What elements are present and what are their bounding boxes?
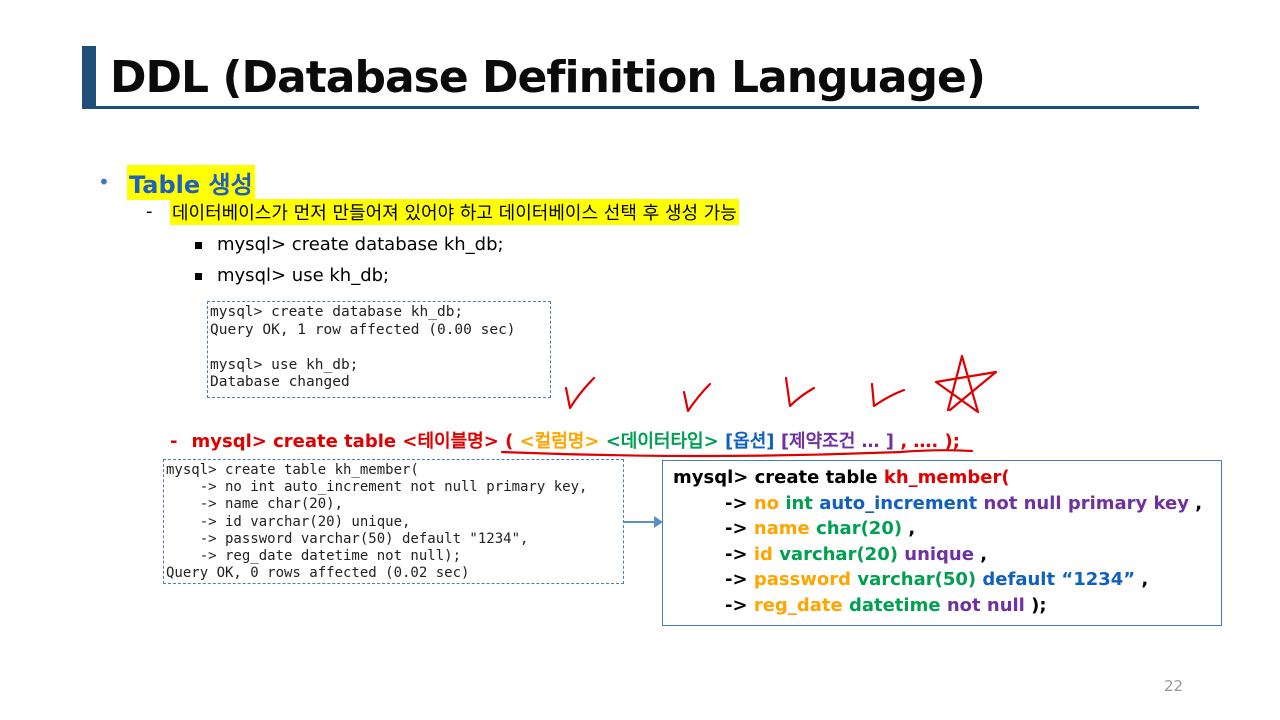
code-column: id: [753, 543, 773, 565]
console-line: mysql> create database kh_db;: [210, 304, 464, 320]
code-arrow: ->: [725, 492, 748, 514]
console-line: Database changed: [210, 374, 350, 390]
code-line: -> password varchar(50) default “1234” ,: [673, 569, 1221, 595]
syntax-option: [옵션]: [724, 431, 775, 452]
code-column: reg_date: [753, 594, 843, 616]
code-type: varchar(20): [779, 543, 898, 565]
console-line: -> reg_date datetime not null);: [166, 548, 462, 565]
page-number: 22: [1164, 677, 1184, 695]
code-option: auto_increment: [819, 492, 978, 514]
code-line: -> id varchar(20) unique ,: [673, 544, 1221, 570]
console-line: -> no int auto_increment not null primar…: [166, 479, 588, 496]
star-icon: [934, 354, 998, 414]
code-option: default: [982, 569, 1056, 590]
syntax-constraint: [제약조건 … ]: [780, 431, 895, 452]
code-column: password: [753, 569, 852, 590]
title-accent-bar: [82, 46, 96, 109]
syntax-prefix: mysql> create table: [191, 431, 397, 452]
check-mark-icon: [784, 376, 816, 408]
right-arrow-icon: [624, 516, 663, 528]
check-mark-icon: [682, 382, 712, 413]
check-mark-icon: [870, 382, 906, 408]
code-arrow: ->: [725, 569, 748, 590]
code-constraint: not null: [946, 594, 1025, 616]
code-line: -> no int auto_increment not null primar…: [673, 493, 1221, 519]
console-line: mysql> use kh_db;: [210, 356, 359, 373]
console-line: -> password varchar(50) default "1234",: [166, 530, 529, 547]
code-end: ,: [1141, 569, 1149, 590]
slide-title: DDL (Database Definition Language): [110, 52, 986, 103]
code-end: ,: [980, 543, 988, 565]
square-bullet-icon: [195, 273, 202, 280]
code-type: varchar(50): [857, 569, 977, 590]
code-default-value: “1234”: [1061, 569, 1136, 590]
console-line: Query OK, 0 rows affected (0.02 sec): [166, 565, 470, 582]
title-underline: [82, 106, 1199, 109]
syntax-rest: , …. );: [900, 431, 960, 452]
square-bullet-icon: [195, 242, 202, 249]
console-output-create-table: mysql> create table kh_member( -> no int…: [163, 459, 624, 584]
prerequisite-note: 데이터베이스가 먼저 만들어져 있어야 하고 데이터베이스 선택 후 생성 가능: [170, 199, 739, 225]
code-type: int: [785, 492, 813, 514]
console-line: Query OK, 1 row affected (0.00 sec): [210, 321, 516, 338]
code-arrow: ->: [725, 594, 748, 616]
code-arrow: ->: [725, 518, 748, 539]
bullet-dot-icon: •: [98, 170, 110, 194]
syntax-open-paren: (: [505, 431, 514, 452]
code-table-name: kh_member(: [883, 467, 1010, 488]
syntax-table-name: <테이블명>: [402, 431, 499, 452]
console-line: mysql> create table kh_member(: [166, 462, 419, 478]
code-line: -> name char(20) ,: [673, 518, 1221, 544]
code-column: no: [753, 492, 780, 514]
code-constraint: not null primary key: [983, 492, 1189, 514]
code-type: datetime: [848, 594, 941, 616]
code-type: char(20): [816, 518, 903, 539]
syntax-dash: -: [170, 431, 178, 452]
dash-marker: -: [146, 201, 153, 222]
annotated-code-box: mysql> create table kh_member( -> no int…: [662, 460, 1222, 626]
code-end: ,: [1195, 492, 1203, 514]
section-heading: Table 생성: [127, 165, 255, 200]
create-table-syntax: - mysql> create table <테이블명> ( <컬럼명> <데이터…: [170, 427, 960, 453]
console-output-create-db: mysql> create database kh_db; Query OK, 1…: [207, 301, 551, 398]
code-line: mysql> create table kh_member(: [673, 467, 1221, 493]
code-constraint: unique: [904, 543, 974, 565]
code-line: -> reg_date datetime not null );: [673, 595, 1221, 621]
command-create-database: mysql> create database kh_db;: [217, 234, 504, 255]
code-end: );: [1031, 594, 1047, 616]
syntax-column-name: <컬럼명>: [519, 431, 600, 452]
command-use-database: mysql> use kh_db;: [217, 265, 390, 286]
syntax-data-type: <데이터타입>: [605, 431, 719, 452]
code-prefix: mysql> create table: [673, 467, 878, 488]
code-column: name: [753, 518, 810, 539]
check-mark-icon: [564, 376, 596, 410]
console-line: -> name char(20),: [166, 496, 344, 513]
code-end: ,: [908, 518, 916, 539]
code-arrow: ->: [725, 543, 748, 565]
console-line: -> id varchar(20) unique,: [166, 513, 411, 530]
